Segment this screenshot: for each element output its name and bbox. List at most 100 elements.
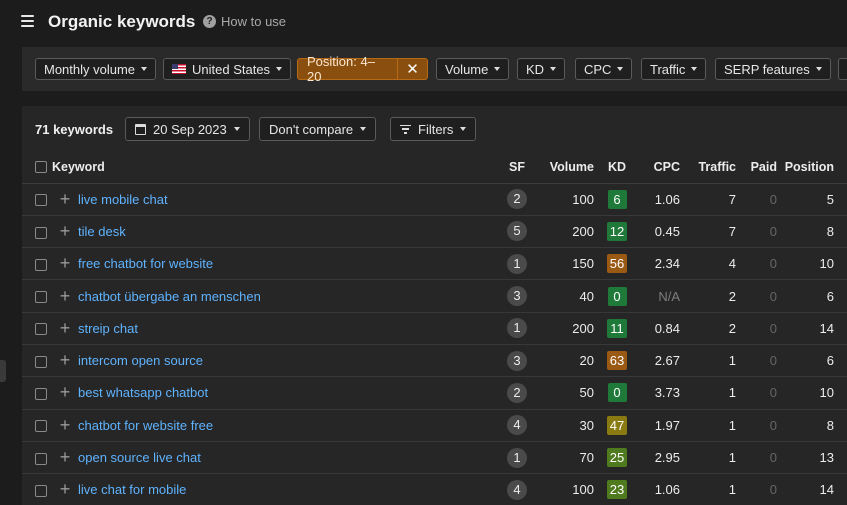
page-title: Organic keywords — [48, 12, 196, 31]
sf-badge[interactable]: 3 — [507, 350, 527, 371]
sf-cell: 4 — [497, 473, 537, 505]
keyword-link[interactable]: tile desk — [78, 224, 126, 239]
traffic-cell: 1 — [680, 344, 736, 378]
volume-cell: 200 — [537, 312, 594, 345]
row-checkbox[interactable] — [35, 323, 47, 336]
keyword-cell: free chatbot for website — [78, 247, 497, 281]
side-panel-handle[interactable] — [0, 360, 6, 382]
hamburger-menu-icon[interactable] — [21, 15, 34, 27]
kd-badge: 56 — [606, 254, 628, 274]
header-cpc[interactable]: CPC — [640, 151, 680, 184]
row-checkbox[interactable] — [35, 194, 47, 207]
cpc-cell: 0.84 — [640, 312, 680, 345]
calendar-icon — [135, 123, 146, 135]
keyword-link[interactable]: open source live chat — [78, 450, 201, 465]
sf-badge[interactable]: 2 — [507, 189, 527, 210]
how-to-use-label: How to use — [221, 14, 287, 29]
keyword-link[interactable]: chatbot for website free — [78, 418, 213, 433]
kd-dropdown[interactable]: KD — [517, 58, 566, 80]
sf-cell: 5 — [497, 215, 537, 249]
row-checkbox[interactable] — [35, 291, 47, 304]
add-keyword-icon[interactable]: + — [52, 441, 78, 475]
keyword-link[interactable]: intercom open source — [78, 353, 203, 368]
sf-badge[interactable]: 5 — [507, 221, 527, 242]
keyword-cell: open source live chat — [78, 441, 497, 475]
traffic-cell: 1 — [680, 441, 736, 475]
position-cell: 10 — [777, 376, 847, 410]
filters-button[interactable]: Filters — [390, 117, 477, 141]
keyword-link[interactable]: free chatbot for website — [78, 256, 213, 271]
cpc-cell: 2.95 — [640, 441, 680, 475]
row-checkbox[interactable] — [35, 420, 47, 433]
position-cell: 8 — [777, 409, 847, 442]
row-checkbox[interactable] — [35, 452, 47, 465]
add-keyword-icon[interactable]: + — [52, 409, 78, 442]
add-keyword-icon[interactable]: + — [52, 215, 78, 249]
row-select-cell — [22, 183, 52, 216]
kd-badge: 11 — [607, 318, 627, 338]
chevron-down-icon — [276, 67, 283, 71]
date-picker[interactable]: 20 Sep 2023 — [125, 117, 250, 141]
position-cell: 13 — [777, 441, 847, 475]
kd-label: KD — [526, 61, 545, 77]
header-keyword[interactable]: Keyword — [52, 151, 497, 184]
header-traffic[interactable]: Traffic — [680, 151, 736, 184]
compare-label: Don't compare — [269, 121, 354, 137]
volume-cell: 150 — [537, 247, 594, 281]
kd-badge: 47 — [606, 415, 628, 435]
monthly-volume-dropdown[interactable]: Monthly volume — [35, 58, 157, 80]
keyword-cell: best whatsapp chatbot — [78, 376, 497, 410]
add-keyword-icon[interactable]: + — [52, 183, 78, 216]
select-all-checkbox[interactable] — [35, 161, 47, 174]
header-volume[interactable]: Volume — [537, 151, 594, 184]
position-cell: 6 — [777, 344, 847, 378]
add-keyword-icon[interactable]: + — [52, 247, 78, 281]
how-to-use-link[interactable]: ? How to use — [203, 14, 286, 29]
sf-badge[interactable]: 1 — [507, 318, 527, 339]
add-keyword-icon[interactable]: + — [52, 473, 78, 505]
cpc-dropdown[interactable]: CPC — [575, 58, 633, 80]
row-checkbox[interactable] — [35, 226, 47, 239]
sf-badge[interactable]: 4 — [507, 415, 527, 436]
sf-badge[interactable]: 4 — [507, 479, 527, 500]
row-checkbox[interactable] — [35, 355, 47, 368]
row-select-cell — [22, 279, 52, 313]
add-keyword-icon[interactable]: + — [52, 376, 78, 410]
traffic-cell: 1 — [680, 376, 736, 410]
close-icon[interactable]: ✕ — [397, 59, 427, 79]
kd-badge: 12 — [606, 221, 628, 241]
chevron-down-icon — [494, 67, 501, 71]
header-position[interactable]: Position — [777, 151, 847, 184]
paid-cell: 0 — [736, 344, 777, 378]
sf-badge[interactable]: 1 — [507, 447, 527, 468]
serp-features-dropdown[interactable]: SERP features — [715, 58, 831, 80]
row-checkbox[interactable] — [35, 484, 47, 497]
sf-badge[interactable]: 2 — [507, 382, 527, 403]
keyword-link[interactable]: live chat for mobile — [78, 482, 186, 497]
kd-badge: 0 — [607, 286, 627, 306]
volume-dropdown[interactable]: Volume — [436, 58, 510, 80]
more-filters-button[interactable] — [838, 58, 847, 80]
add-keyword-icon[interactable]: + — [52, 312, 78, 345]
row-checkbox[interactable] — [35, 387, 47, 400]
add-keyword-icon[interactable]: + — [52, 344, 78, 378]
keyword-link[interactable]: live mobile chat — [78, 192, 168, 207]
keyword-link[interactable]: best whatsapp chatbot — [78, 385, 208, 400]
page-header: Organic keywords ? How to use — [0, 0, 847, 44]
add-keyword-icon[interactable]: + — [52, 279, 78, 313]
keyword-link[interactable]: streip chat — [78, 321, 138, 336]
row-select-cell — [22, 441, 52, 475]
table-row: + live chat for mobile 4 100 23 1.06 1 0 14 — [22, 473, 847, 505]
sf-badge[interactable]: 1 — [507, 253, 527, 274]
row-checkbox[interactable] — [35, 258, 47, 271]
sf-cell: 2 — [497, 183, 537, 216]
keyword-link[interactable]: chatbot übergabe an menschen — [78, 289, 261, 304]
traffic-dropdown[interactable]: Traffic — [641, 58, 707, 80]
sf-badge[interactable]: 3 — [507, 286, 527, 307]
country-dropdown[interactable]: United States — [163, 58, 292, 80]
position-filter-label[interactable]: Position: 4–20 — [298, 54, 397, 84]
header-paid[interactable]: Paid — [736, 151, 777, 184]
header-kd[interactable]: KD — [594, 151, 640, 184]
compare-dropdown[interactable]: Don't compare — [259, 117, 377, 141]
header-sf[interactable]: SF — [497, 151, 537, 184]
